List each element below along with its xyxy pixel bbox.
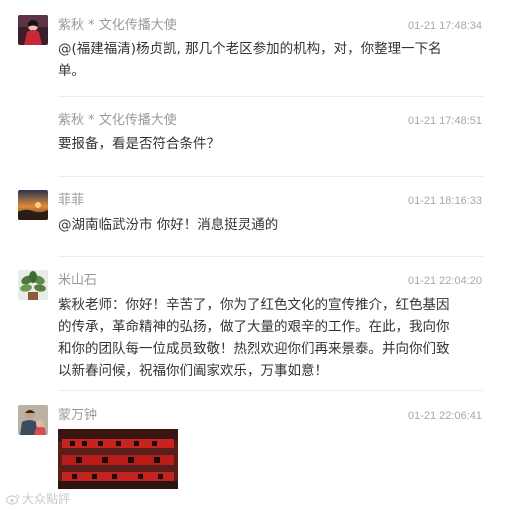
- comment-text: @湖南临武汾市 你好！消息挺灵通的: [58, 217, 279, 233]
- weibo-icon: [5, 493, 20, 505]
- divider: [58, 96, 483, 97]
- timestamp: 01-21 22:06:41: [407, 410, 482, 422]
- author-name[interactable]: 紫秋 * 文化传播大使: [58, 17, 177, 35]
- timestamp: 01-21 17:48:34: [407, 20, 482, 32]
- comment-text: @(福建福清)杨贞凯, 那几个老区参加的机构，对，你整理一下名单。: [58, 41, 442, 79]
- avatar[interactable]: [18, 15, 48, 45]
- timestamp: 01-21 18:16:33: [407, 195, 482, 207]
- comment-text: 要报备，看是否符合条件？: [58, 136, 220, 152]
- watermark-text: 大众點評: [22, 492, 71, 506]
- author-name[interactable]: 蒙万钟: [58, 407, 97, 425]
- avatar[interactable]: [18, 270, 48, 300]
- author-name[interactable]: 米山石: [58, 272, 97, 290]
- author-name[interactable]: 菲菲: [58, 192, 84, 210]
- attachment-photo[interactable]: [58, 429, 178, 489]
- avatar[interactable]: [18, 405, 48, 435]
- divider: [58, 176, 483, 177]
- comment-text: 紫秋老师：你好！辛苦了，你为了红色文化的宣传推介，红色基因的传承，革命精神的弘扬…: [58, 297, 450, 379]
- timestamp: 01-21 22:04:20: [407, 275, 482, 287]
- author-name[interactable]: 紫秋 * 文化传播大使: [58, 112, 177, 130]
- divider: [58, 256, 483, 257]
- watermark: 大众點評: [5, 490, 71, 507]
- timestamp: 01-21 17:48:51: [407, 115, 482, 127]
- divider: [58, 390, 483, 391]
- avatar[interactable]: [18, 190, 48, 220]
